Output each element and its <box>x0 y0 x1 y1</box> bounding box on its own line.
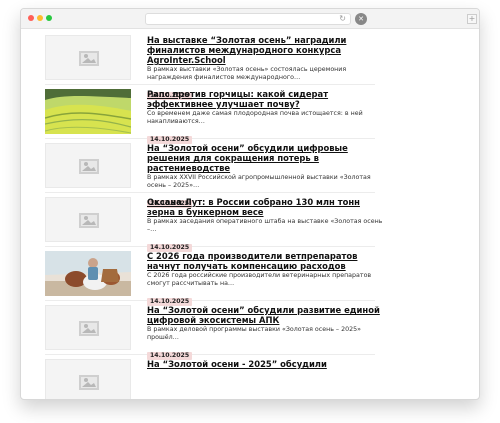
rapeseed-field-image[interactable] <box>45 89 131 134</box>
news-item[interactable]: На “Золотой осени” обсудили развитие еди… <box>45 301 380 360</box>
news-title[interactable]: Рапс против горчицы: какой сидерат эффек… <box>147 89 383 109</box>
news-text: Оксана Лут: в России собрано 130 млн тон… <box>147 197 383 253</box>
news-text: С 2026 года производители ветпрепаратов … <box>147 251 383 307</box>
news-excerpt: В рамках деловой программы выставки «Зол… <box>147 326 361 341</box>
veterinarian-calves-image[interactable] <box>45 251 131 296</box>
news-title[interactable]: На “Золотой осени” обсудили цифровые реш… <box>147 143 383 173</box>
news-excerpt: С 2026 года российские производители вет… <box>147 272 372 287</box>
news-text: На “Золотой осени” обсудили развитие еди… <box>147 305 383 361</box>
image-placeholder-icon[interactable] <box>45 143 131 188</box>
image-placeholder-icon[interactable] <box>45 35 131 80</box>
news-excerpt: В рамках заседания оперативного штаба на… <box>147 218 383 233</box>
news-list: На выставке “Золотая осень” наградили фи… <box>45 31 382 399</box>
news-text: Рапс против горчицы: какой сидерат эффек… <box>147 89 383 145</box>
news-item[interactable]: С 2026 года производители ветпрепаратов … <box>45 247 375 306</box>
image-placeholder-icon[interactable] <box>45 305 131 350</box>
news-excerpt: Со временем даже самая плодородная почва… <box>147 110 363 125</box>
zoom-window-button[interactable] <box>46 15 52 21</box>
news-item[interactable]: Оксана Лут: в России собрано 130 млн тон… <box>45 193 382 252</box>
stop-icon[interactable]: ✕ <box>355 13 367 25</box>
news-title[interactable]: Оксана Лут: в России собрано 130 млн тон… <box>147 197 383 217</box>
image-placeholder-icon[interactable] <box>45 197 131 242</box>
browser-window: ↻ ✕ + На выставке “Золотая осень” наград… <box>20 8 480 400</box>
news-title[interactable]: На “Золотой осени - 2025” обсудили <box>147 359 383 369</box>
news-title[interactable]: С 2026 года производители ветпрепаратов … <box>147 251 383 271</box>
reload-icon[interactable]: ↻ <box>339 14 346 24</box>
news-item[interactable]: На выставке “Золотая осень” наградили фи… <box>45 31 375 100</box>
minimize-window-button[interactable] <box>37 15 43 21</box>
news-item[interactable]: На “Золотой осени” обсудили цифровые реш… <box>45 139 375 208</box>
news-text: На “Золотой осени - 2025” обсудили <box>147 359 383 369</box>
news-title[interactable]: На выставке “Золотая осень” наградили фи… <box>147 35 383 65</box>
plus-icon[interactable]: + <box>467 14 477 24</box>
news-item[interactable]: На “Золотой осени - 2025” обсудили <box>45 355 375 399</box>
news-item[interactable]: Рапс против горчицы: какой сидерат эффек… <box>45 85 375 144</box>
browser-titlebar: ↻ ✕ + <box>21 9 479 29</box>
news-title[interactable]: На “Золотой осени” обсудили развитие еди… <box>147 305 383 325</box>
close-window-button[interactable] <box>28 15 34 21</box>
address-bar[interactable]: ↻ <box>145 13 351 25</box>
news-excerpt: В рамках XXVII Российской агропромышленн… <box>147 174 371 189</box>
image-placeholder-icon[interactable] <box>45 359 131 399</box>
news-excerpt: В рамках выставки «Золотая осень» состоя… <box>147 66 347 81</box>
